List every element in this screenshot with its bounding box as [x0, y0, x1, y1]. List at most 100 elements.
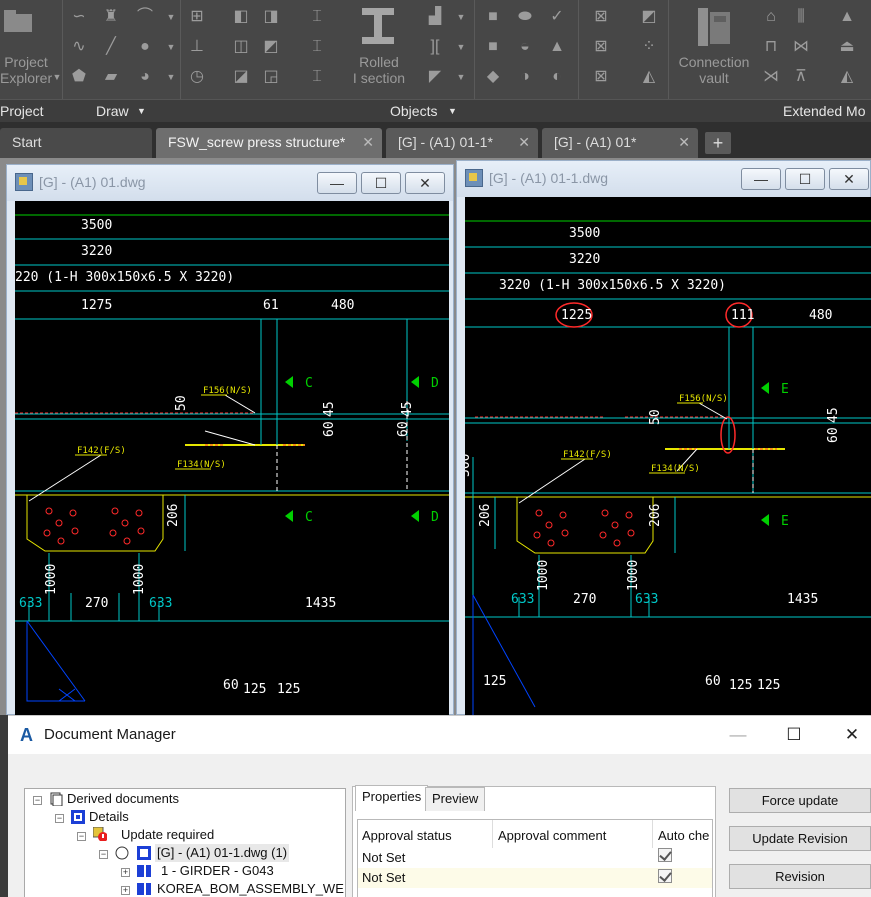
dropdown-arrow-icon[interactable]: ▼	[162, 38, 180, 56]
building-icon[interactable]: ⏏	[838, 38, 856, 56]
tab-start[interactable]: Start	[0, 128, 152, 158]
house-icon[interactable]: ⌂	[762, 8, 780, 26]
solid-icon[interactable]: ■	[484, 38, 502, 56]
frame-icon[interactable]: ⊓	[762, 38, 780, 56]
truss-icon[interactable]: ⋈	[792, 38, 810, 56]
circle-icon[interactable]: ●	[136, 38, 154, 56]
rectangle-icon[interactable]: ▰	[102, 68, 120, 86]
profile-icon[interactable]: ▟	[426, 8, 444, 26]
beam-short-icon[interactable]: ⌶	[308, 8, 326, 26]
minimize-button[interactable]: —	[317, 172, 357, 194]
dropdown-arrow-icon[interactable]: ▼	[452, 38, 470, 56]
column-icon[interactable]: ⫼	[792, 8, 810, 26]
stair-icon[interactable]: ◩	[640, 8, 658, 26]
polygon-icon[interactable]: ⬟	[70, 68, 88, 86]
roof-icon[interactable]: ▲	[838, 8, 856, 26]
torus-icon[interactable]: ◐	[548, 68, 566, 86]
dropdown-arrow-icon[interactable]: ▼	[162, 8, 180, 26]
minimize-button[interactable]: —	[741, 168, 781, 190]
bracing-icon[interactable]: ⋊	[762, 68, 780, 86]
dropdown-arrow-icon[interactable]: ▼	[452, 68, 470, 86]
clock-icon[interactable]: ◷	[188, 68, 206, 86]
expand-icon[interactable]: +	[121, 886, 130, 895]
close-icon[interactable]: ✕	[518, 128, 530, 156]
revision-button[interactable]: Revision	[729, 864, 871, 889]
plate-icon[interactable]: ◧	[232, 8, 250, 26]
purlin-icon[interactable]: ⊼	[792, 68, 810, 86]
dropdown-arrow-icon[interactable]: ▼	[448, 106, 457, 116]
tab-properties[interactable]: Properties	[355, 785, 429, 811]
new-tab-button[interactable]: +	[705, 132, 731, 154]
dropdown-arrow-icon[interactable]: ▼	[137, 106, 146, 116]
grid-icon[interactable]: ⊞	[188, 8, 206, 26]
close-icon[interactable]: ✕	[362, 128, 374, 156]
angle-icon[interactable]: ◤	[426, 68, 444, 86]
sphere-icon[interactable]: ◑	[516, 68, 534, 86]
expand-icon[interactable]: +	[121, 868, 130, 877]
group-extended-modeling[interactable]: Extended Mo	[783, 103, 866, 119]
maximize-button[interactable]: ☐	[782, 724, 806, 746]
curve-icon[interactable]: ∿	[70, 38, 88, 56]
tree-item-details[interactable]: Details	[89, 808, 129, 826]
spline-icon[interactable]: ∽	[70, 8, 88, 26]
column-header-approval-status[interactable]: Approval status	[362, 828, 452, 843]
grating-icon[interactable]: ⊠	[592, 8, 610, 26]
close-icon[interactable]: ✕	[678, 128, 690, 156]
force-update-button[interactable]: Force update	[729, 788, 871, 813]
row-approval-status[interactable]: Not Set	[362, 870, 405, 885]
auto-check-checkbox[interactable]	[658, 869, 672, 883]
close-button[interactable]: ✕	[829, 168, 869, 190]
arc-icon[interactable]: ⌒	[136, 8, 154, 26]
column-header-auto-check[interactable]: Auto che	[658, 828, 709, 843]
document-manager-titlebar[interactable]: A Document Manager — ☐ ✕	[8, 716, 871, 754]
channel-icon[interactable]: ][	[426, 38, 444, 56]
window-titlebar[interactable]: [G] - (A1) 01-1.dwg — ☐ ✕	[457, 161, 870, 197]
tree-item-girder[interactable]: 1 - GIRDER - G043	[161, 862, 274, 880]
project-explorer-button[interactable]: Project Explorer	[0, 54, 52, 86]
dropdown-arrow-icon[interactable]: ▼	[162, 68, 180, 86]
tree-item-korea-bom[interactable]: KOREA_BOM_ASSEMBLY_WEIGH	[157, 880, 345, 897]
group-objects[interactable]: Objects	[390, 103, 437, 119]
close-button[interactable]: ✕	[405, 172, 445, 194]
sweep-icon[interactable]: ✓	[548, 8, 566, 26]
tower-icon[interactable]: ◭	[838, 68, 856, 86]
box-icon[interactable]: ■	[484, 8, 502, 26]
beam-split-icon[interactable]: ⌶	[308, 38, 326, 56]
collapse-icon[interactable]: −	[55, 814, 64, 823]
plate-split-icon[interactable]: ◩	[262, 38, 280, 56]
collapse-icon[interactable]: −	[33, 796, 42, 805]
update-revision-button[interactable]: Update Revision	[729, 826, 871, 851]
minimize-button[interactable]: —	[726, 724, 750, 746]
plate-cut-icon[interactable]: ◫	[232, 38, 250, 56]
drawing-window-left[interactable]: [G] - (A1) 01.dwg — ☐ ✕ 3500 3220 220 (1…	[6, 164, 454, 716]
join-icon[interactable]: ◆	[484, 68, 502, 86]
pattern-icon[interactable]: ⊠	[592, 68, 610, 86]
axis-icon[interactable]: ⊥	[188, 38, 206, 56]
dropdown-arrow-icon[interactable]: ▼	[48, 68, 66, 86]
close-button[interactable]: ✕	[840, 724, 864, 746]
tree-item-update-required[interactable]: Update required	[121, 826, 214, 844]
maximize-button[interactable]: ☐	[785, 168, 825, 190]
drawing-window-right[interactable]: [G] - (A1) 01-1.dwg — ☐ ✕ 3500 3220 3220…	[456, 160, 871, 716]
tree-item-derived-documents[interactable]: Derived documents	[67, 790, 179, 808]
drawing-canvas-right[interactable]: 3500 3220 3220 (1-H 300x150x6.5 X 3220) 122…	[465, 197, 871, 716]
shape-icon[interactable]: ◒	[516, 38, 534, 56]
dots-icon[interactable]: ⁘	[640, 38, 658, 56]
tab-a1-01[interactable]: [G] - (A1) 01* ✕	[542, 128, 698, 158]
railing-icon[interactable]: ◭	[640, 68, 658, 86]
line-icon[interactable]: ╱	[102, 38, 120, 56]
auto-check-checkbox[interactable]	[658, 848, 672, 862]
plate-join-icon[interactable]: ◪	[232, 68, 250, 86]
tab-fsw-screw-press[interactable]: FSW_screw press structure* ✕	[156, 128, 382, 158]
tab-preview[interactable]: Preview	[425, 787, 486, 811]
tab-a1-01-1[interactable]: [G] - (A1) 01-1* ✕	[386, 128, 538, 158]
brush-icon[interactable]: ♜	[102, 8, 120, 26]
rolled-i-section-button[interactable]: Rolled I section	[344, 54, 414, 86]
plate-weld-icon[interactable]: ◲	[262, 68, 280, 86]
collapse-icon[interactable]: −	[77, 832, 86, 841]
window-titlebar[interactable]: [G] - (A1) 01.dwg — ☐ ✕	[7, 165, 453, 201]
collapse-icon[interactable]: −	[99, 850, 108, 859]
column-header-approval-comment[interactable]: Approval comment	[498, 828, 606, 843]
drawing-canvas-left[interactable]: 3500 3220 220 (1-H 300x150x6.5 X 3220) 1275…	[15, 201, 449, 716]
mesh-icon[interactable]: ⊠	[592, 38, 610, 56]
